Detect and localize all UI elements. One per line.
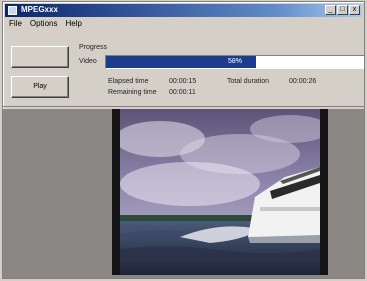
- menu-help[interactable]: Help: [65, 18, 81, 30]
- elapsed-label: Elapsed time: [108, 78, 149, 85]
- total-value: 00:00:26: [289, 78, 317, 85]
- window-controls: _ □ x: [325, 5, 360, 15]
- open-button[interactable]: [11, 46, 69, 68]
- menu-file[interactable]: File: [9, 18, 22, 30]
- progress-heading: Progress: [79, 44, 108, 51]
- progress-text: 58%: [227, 58, 242, 65]
- close-button[interactable]: x: [349, 5, 360, 15]
- elapsed-value: 00:00:15: [169, 78, 197, 85]
- remaining-label: Remaining time: [108, 89, 157, 96]
- window-title: MPEGxxx: [21, 5, 58, 14]
- remaining-value: 00:00:11: [169, 89, 196, 96]
- video-progress-bar: 58%: [105, 55, 364, 69]
- minimize-button[interactable]: _: [325, 5, 336, 15]
- letterbox-right: [320, 109, 328, 275]
- app-window: MPEGxxx _ □ x File Options Help Play Pro…: [2, 1, 365, 279]
- video-display[interactable]: [112, 109, 328, 275]
- boat-scene-image: [120, 109, 320, 275]
- play-button[interactable]: Play: [11, 76, 69, 98]
- letterbox-left: [112, 109, 120, 275]
- total-label: Total duration: [227, 78, 270, 85]
- video-area: [3, 109, 364, 278]
- maximize-button[interactable]: □: [337, 5, 348, 15]
- title-bar[interactable]: MPEGxxx _ □ x: [5, 4, 362, 17]
- app-icon: [8, 6, 17, 15]
- menu-options[interactable]: Options: [30, 18, 58, 30]
- menu-bar: File Options Help: [5, 18, 362, 30]
- progress-row-label: Video: [79, 58, 97, 65]
- video-frame: [120, 109, 320, 275]
